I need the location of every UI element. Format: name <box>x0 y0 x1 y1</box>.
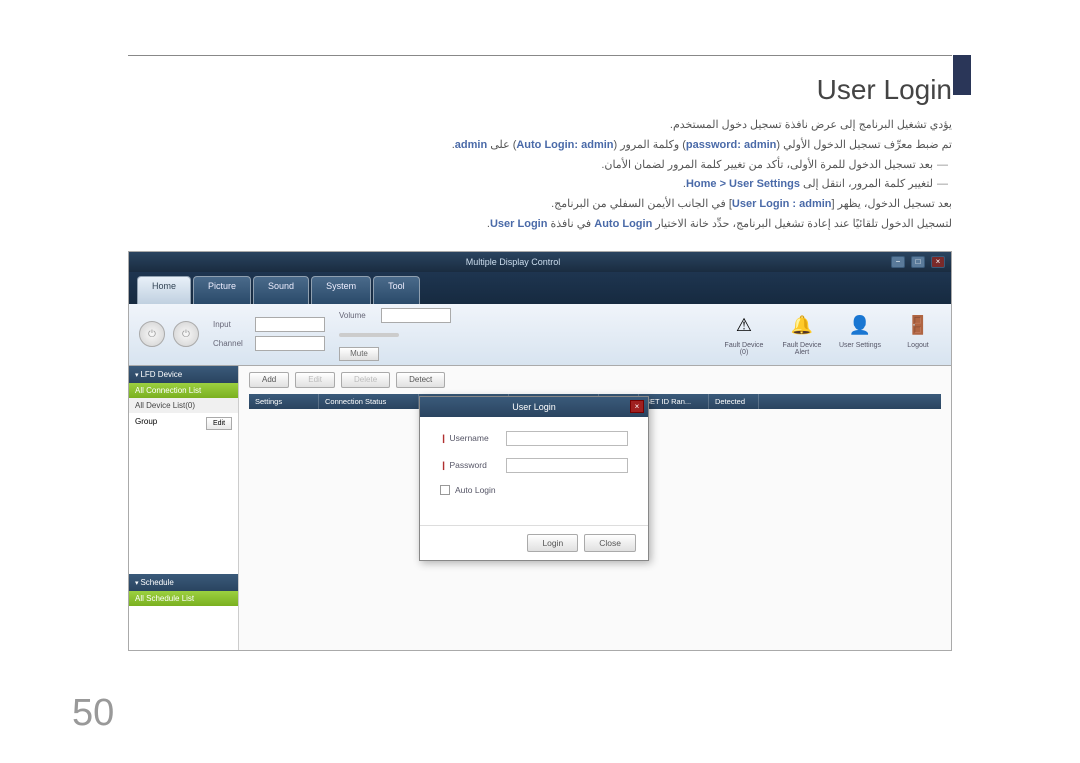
sidebar-all-schedule-list[interactable]: All Schedule List <box>129 591 238 606</box>
sidebar-all-connection-list[interactable]: All Connection List <box>129 383 238 398</box>
input-select[interactable] <box>255 317 325 332</box>
fault-device-0-button[interactable]: ⚠Fault Device (0) <box>721 312 767 357</box>
channel-label: Channel <box>213 339 249 348</box>
close-window-button[interactable]: × <box>931 256 945 268</box>
sidebar-group-label: Group <box>135 417 157 430</box>
power-on-icon[interactable]: ⏻ <box>139 321 165 347</box>
volume-slider[interactable] <box>339 333 399 337</box>
logout-icon: 🚪 <box>904 312 932 340</box>
maximize-button[interactable]: □ <box>911 256 925 268</box>
edit-button[interactable]: Edit <box>295 372 335 388</box>
user-settings-button[interactable]: 👤User Settings <box>837 312 883 357</box>
sidebar-all-device-list[interactable]: All Device List(0) <box>129 398 238 413</box>
body-text: يؤدي تشغيل البرنامج إلى عرض نافذة تسجيل … <box>128 116 952 235</box>
tab-picture[interactable]: Picture <box>193 276 251 304</box>
column-header[interactable]: Settings <box>249 394 319 409</box>
tabbar: Home Picture Sound System Tool <box>129 272 951 304</box>
app-title: Multiple Display Control <box>466 257 561 267</box>
power-off-icon[interactable]: ⏻ <box>173 321 199 347</box>
sidebar-schedule-header[interactable]: Schedule <box>129 574 238 591</box>
fault-device-0-icon: ⚠ <box>730 312 758 340</box>
user-settings-icon: 👤 <box>846 312 874 340</box>
tab-tool[interactable]: Tool <box>373 276 420 304</box>
sidebar-lfd-header[interactable]: LFD Device <box>129 366 238 383</box>
cancel-button[interactable]: Close <box>584 534 636 552</box>
password-input[interactable] <box>506 458 628 473</box>
page-number: 50 <box>72 692 114 735</box>
sidebar: LFD Device All Connection List All Devic… <box>129 366 239 650</box>
ribbon: ⏻ ⏻ Input Channel Volume Mute <box>129 304 951 366</box>
column-header[interactable]: Detected <box>709 394 759 409</box>
username-label: ❙ Username <box>440 433 506 444</box>
password-label: ❙ Password <box>440 460 506 471</box>
input-label: Input <box>213 320 249 329</box>
tab-system[interactable]: System <box>311 276 371 304</box>
modal-close-button[interactable]: × <box>630 400 644 413</box>
delete-button[interactable]: Delete <box>341 372 390 388</box>
mute-button[interactable]: Mute <box>339 347 379 361</box>
app-screenshot: Multiple Display Control − □ × Home Pict… <box>128 251 952 651</box>
channel-select[interactable] <box>255 336 325 351</box>
top-divider <box>128 55 952 56</box>
modal-header: User Login × <box>420 397 648 417</box>
autologin-label: Auto Login <box>455 485 496 495</box>
sidebar-edit-button[interactable]: Edit <box>206 417 232 430</box>
tab-sound[interactable]: Sound <box>253 276 309 304</box>
content-area: Add Edit Delete Detect SettingsConnectio… <box>239 366 951 650</box>
login-button[interactable]: Login <box>527 534 578 552</box>
column-header[interactable]: SET ID Ran... <box>639 394 709 409</box>
autologin-checkbox[interactable] <box>440 485 450 495</box>
fault-device-alert-button[interactable]: 🔔Fault Device Alert <box>779 312 825 357</box>
titlebar: Multiple Display Control − □ × <box>129 252 951 272</box>
volume-label: Volume <box>339 311 375 320</box>
detect-button[interactable]: Detect <box>396 372 445 388</box>
accent-bar <box>953 55 971 95</box>
fault-device-alert-icon: 🔔 <box>788 312 816 340</box>
add-button[interactable]: Add <box>249 372 289 388</box>
minimize-button[interactable]: − <box>891 256 905 268</box>
user-login-modal: User Login × ❙ Username ❙ Password <box>419 396 649 561</box>
page-title: User Login <box>128 74 952 106</box>
content-toolbar: Add Edit Delete Detect <box>239 366 951 394</box>
column-header[interactable]: Connection Status <box>319 394 419 409</box>
username-input[interactable] <box>506 431 628 446</box>
tab-home[interactable]: Home <box>137 276 191 304</box>
logout-button[interactable]: 🚪Logout <box>895 312 941 357</box>
volume-select[interactable] <box>381 308 451 323</box>
